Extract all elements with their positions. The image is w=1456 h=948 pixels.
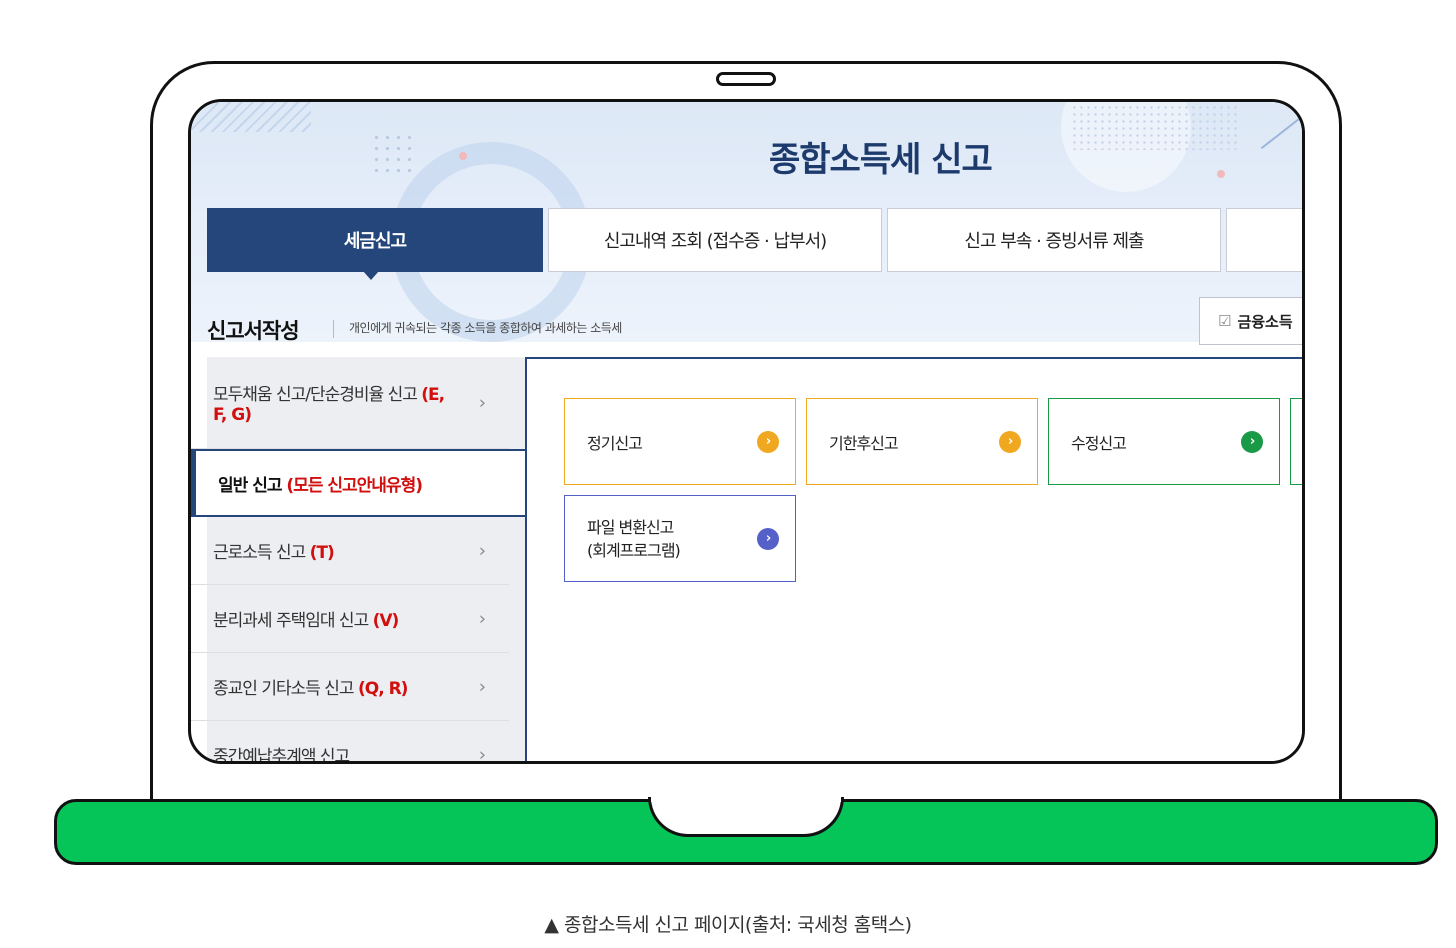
side-item-housing-rental[interactable]: 분리과세 주택임대 신고 (V) › — [191, 585, 509, 653]
tab-filing-history[interactable]: 신고내역 조회 (접수증 · 납부서) — [548, 208, 882, 272]
chevron-right-icon: › — [478, 540, 486, 561]
chevron-right-icon: › — [478, 744, 486, 764]
arrow-right-icon: › — [757, 527, 779, 550]
side-item-general[interactable]: 일반 신고 (모든 신고안내유형) — [191, 449, 525, 517]
arrow-right-icon: › — [999, 430, 1021, 453]
arrow-right-icon: › — [1241, 430, 1263, 453]
side-item-religious[interactable]: 종교인 기타소득 신고 (Q, R) › — [191, 653, 509, 721]
tab-document-submit[interactable]: 신고 부속 · 증빙서류 제출 — [887, 208, 1221, 272]
section-description: 개인에게 귀속되는 각종 소득을 종합하여 과세하는 소득세 — [349, 321, 622, 335]
checkbox-icon: ☑ — [1218, 312, 1232, 330]
chevron-right-icon: › — [478, 608, 486, 629]
side-item-earned-income[interactable]: 근로소득 신고 (T) › — [191, 517, 509, 585]
card-late-filing[interactable]: 기한후신고 › — [806, 398, 1038, 485]
camera-icon — [716, 72, 776, 86]
divider — [333, 320, 334, 338]
chevron-right-icon: › — [478, 676, 486, 697]
card-file-conversion[interactable]: 파일 변환신고 (회계프로그램) › — [564, 495, 796, 582]
card-partial[interactable] — [1290, 398, 1302, 485]
side-item-interim-prepayment[interactable]: 중간예납추계액 신고 › — [191, 721, 509, 764]
card-amended-filing[interactable]: 수정신고 › — [1048, 398, 1280, 485]
section-title: 신고서작성 — [207, 319, 300, 343]
caption: ▲ 종합소득세 신고 페이지(출처: 국세청 홈택스) — [544, 914, 912, 936]
chevron-right-icon: › — [478, 392, 486, 413]
arrow-right-icon: › — [757, 430, 779, 453]
tab-tax-filing[interactable]: 세금신고 — [207, 208, 543, 280]
tab-more[interactable] — [1226, 208, 1302, 272]
screen: 종합소득세 신고 세금신고 신고내역 조회 (접수증 · 납부서) 신고 부속 … — [188, 99, 1305, 764]
side-item-prefilled[interactable]: 모두채움 신고/단순경비율 신고 (E, F, G) › — [191, 357, 509, 449]
page-title: 종합소득세 신고 — [769, 140, 993, 180]
card-regular-filing[interactable]: 정기신고 › — [564, 398, 796, 485]
financial-income-button[interactable]: ☑ 금융소득 — [1199, 297, 1302, 345]
laptop-notch — [648, 797, 844, 837]
